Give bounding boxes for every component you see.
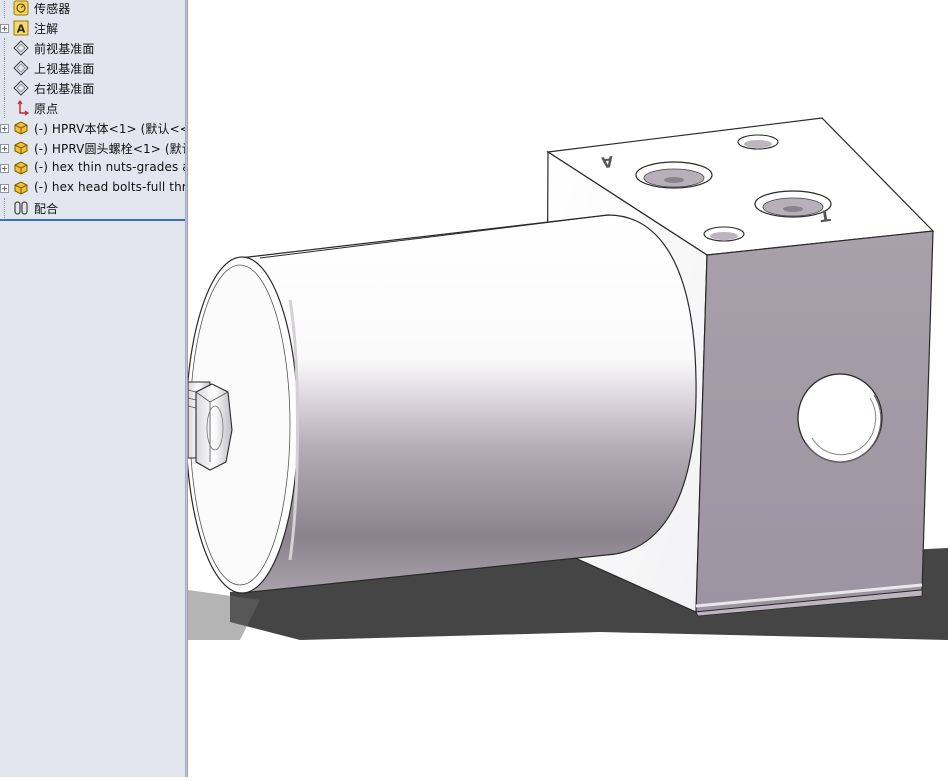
tree-connector — [4, 0, 6, 18]
graphics-viewport[interactable]: A T — [185, 0, 948, 777]
tree-item-annotations[interactable]: + A 注解 — [0, 18, 185, 38]
tree-connector — [4, 198, 6, 218]
tree-item-sensors[interactable]: 传感器 — [0, 0, 185, 18]
part-icon — [14, 121, 28, 135]
tree-item-label: 传感器 — [34, 2, 71, 16]
expand-toggle[interactable]: + — [0, 124, 9, 133]
tree-item-hex-thin-nuts[interactable]: + (-) hex thin nuts-grades ab — [0, 158, 185, 178]
tree-connector — [4, 98, 6, 118]
hex-nut — [195, 383, 233, 471]
part-icon — [14, 181, 28, 195]
tree-item-label: 原点 — [34, 102, 59, 116]
tree-connector — [4, 58, 6, 78]
annotation-icon: A — [13, 20, 29, 36]
model-render[interactable]: A T — [185, 0, 948, 777]
origin-icon — [17, 100, 30, 116]
tree-separator — [0, 219, 185, 221]
tree-item-hprv-body[interactable]: + (-) HPRV本体<1> (默认<<默 — [0, 118, 185, 138]
tree-item-label: (-) hex head bolts-full thre — [34, 180, 185, 194]
expand-toggle[interactable]: + — [0, 164, 9, 173]
tree-item-label: 右视基准面 — [34, 82, 95, 96]
tree-item-label: 前视基准面 — [34, 42, 95, 56]
tree-item-label: 配合 — [34, 202, 59, 216]
plane-icon — [13, 80, 29, 96]
tree-item-label: 上视基准面 — [34, 62, 95, 76]
part-icon — [14, 141, 28, 155]
expand-toggle[interactable]: + — [0, 144, 9, 153]
tree-item-label: (-) HPRV圆头螺栓<1> (默认 — [34, 142, 185, 156]
tree-item-label: 注解 — [34, 22, 59, 36]
tree-item-label: (-) HPRV本体<1> (默认<<默 — [34, 122, 185, 136]
tree-item-top-plane[interactable]: 上视基准面 — [0, 58, 185, 78]
tree-item-hex-head-bolts[interactable]: + (-) hex head bolts-full thre — [0, 178, 185, 198]
mates-icon — [14, 201, 28, 215]
tree-item-origin[interactable]: 原点 — [0, 98, 185, 118]
tree-connector — [4, 38, 6, 58]
part-icon — [14, 161, 28, 175]
svg-text:A: A — [17, 23, 26, 36]
expand-toggle[interactable]: + — [0, 24, 9, 33]
expand-toggle[interactable]: + — [0, 184, 9, 193]
tree-item-hprv-bolt[interactable]: + (-) HPRV圆头螺栓<1> (默认 — [0, 138, 185, 158]
tree-item-mates[interactable]: 配合 — [0, 198, 185, 218]
cylinder-body — [239, 214, 697, 594]
plane-icon — [13, 60, 29, 76]
tree-item-front-plane[interactable]: 前视基准面 — [0, 38, 185, 58]
sensor-icon — [13, 0, 29, 16]
feature-manager-tree: 传感器 + A 注解 前视基准面 上视基准面 右视基准面 原点 + (-) HP… — [0, 0, 185, 777]
tree-item-label: (-) hex thin nuts-grades ab — [34, 160, 185, 174]
tree-item-right-plane[interactable]: 右视基准面 — [0, 78, 185, 98]
tree-connector — [4, 78, 6, 98]
plane-icon — [13, 40, 29, 56]
